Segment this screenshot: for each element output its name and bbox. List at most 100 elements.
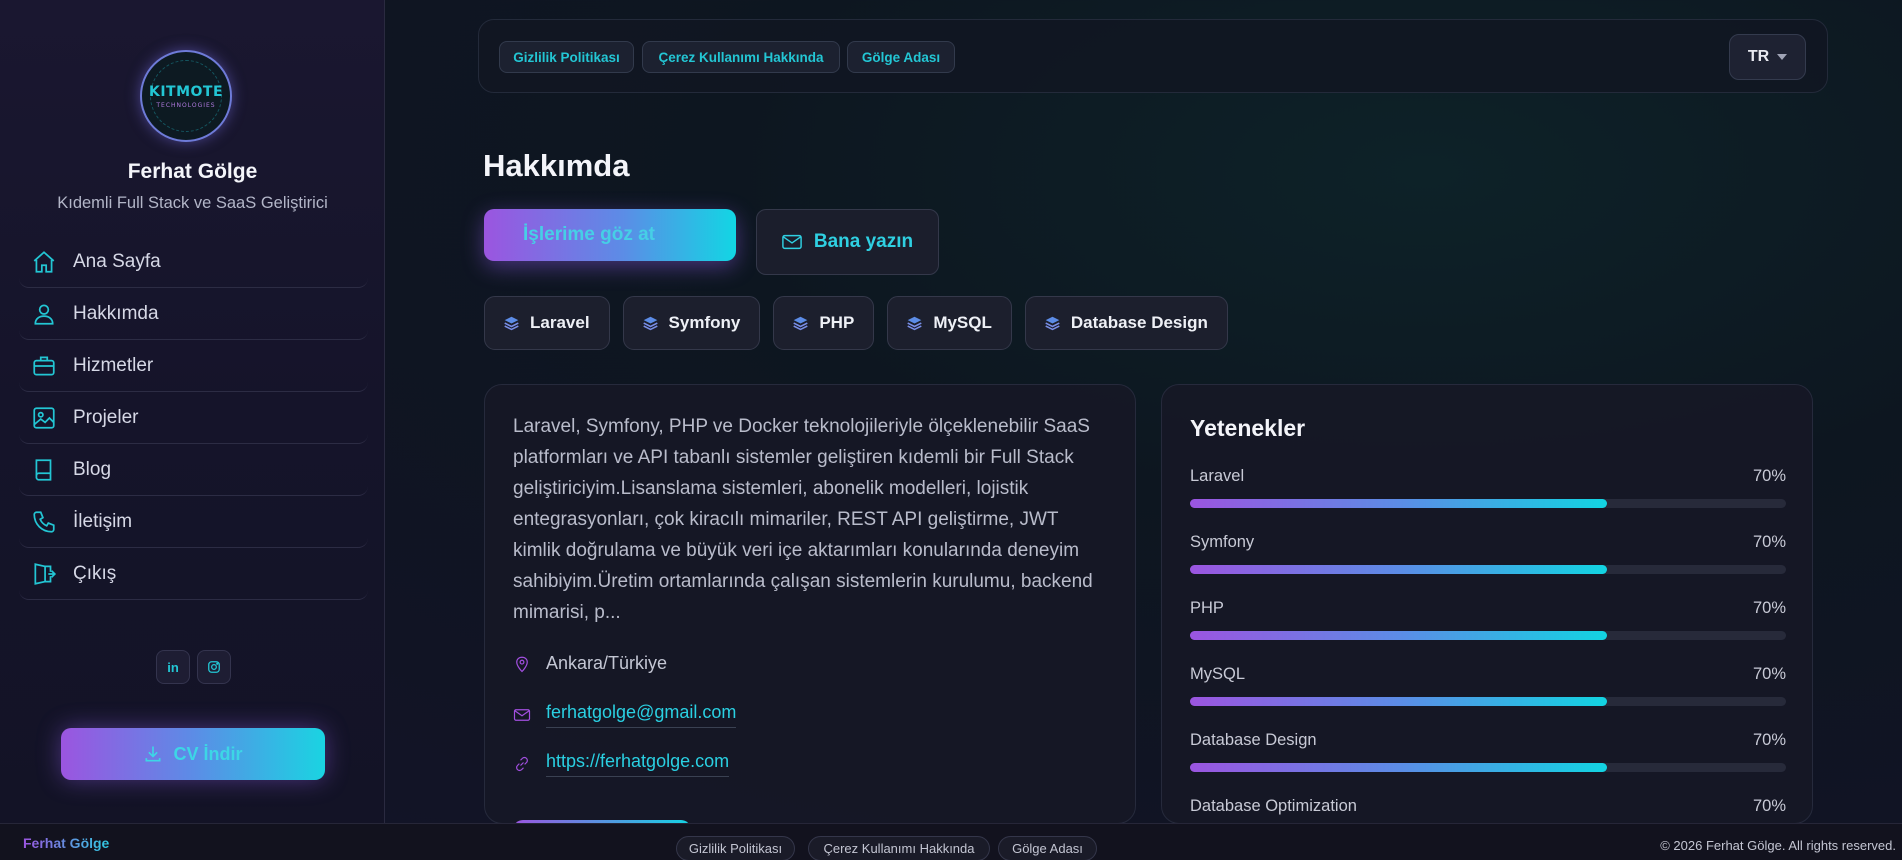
sidebar-item-label: Blog bbox=[73, 458, 112, 480]
logout-icon bbox=[34, 562, 57, 585]
skill-progress-fill bbox=[1190, 565, 1608, 574]
skill-progress-track bbox=[1190, 763, 1786, 772]
contact-me-button[interactable]: Bana yazın bbox=[756, 209, 939, 275]
skill-item: Laravel 70% bbox=[1190, 467, 1786, 508]
footer-brand[interactable]: Ferhat Gölge bbox=[23, 835, 109, 851]
skill-item: Database Optimization 70% bbox=[1190, 797, 1786, 823]
footer: Ferhat Gölge Gizlilik Politikası Çerez K… bbox=[0, 823, 1902, 860]
skill-percent: 70% bbox=[1752, 665, 1786, 683]
skill-progress-track bbox=[1190, 631, 1786, 640]
skill-row: Laravel 70% bbox=[1190, 467, 1786, 486]
layers-icon bbox=[793, 316, 808, 330]
sidebar-item-services[interactable]: Hizmetler bbox=[19, 340, 368, 392]
chip-label: MySQL bbox=[933, 313, 992, 332]
layers-icon bbox=[1045, 316, 1060, 330]
view-works-button[interactable]: İşlerime göz at bbox=[484, 209, 736, 261]
privacy-policy-link[interactable]: Gizlilik Politikası bbox=[499, 41, 634, 73]
download-icon bbox=[145, 746, 161, 762]
sidebar-item-about[interactable]: Hakkımda bbox=[19, 288, 368, 340]
image-icon bbox=[33, 406, 55, 429]
layers-icon bbox=[907, 316, 922, 330]
skill-row: MySQL 70% bbox=[1190, 665, 1786, 684]
location-text: Ankara/Türkiye bbox=[546, 653, 668, 673]
skill-row: Database Optimization 70% bbox=[1190, 797, 1786, 816]
chip-laravel[interactable]: Laravel bbox=[484, 296, 610, 350]
skill-row: Symfony 70% bbox=[1190, 533, 1786, 552]
skill-progress-fill bbox=[1190, 763, 1608, 772]
golge-adasi-link[interactable]: Gölge Adası bbox=[847, 41, 955, 73]
kitmote-logo[interactable]: KITMOTE TECHNOLOGIES bbox=[140, 50, 232, 142]
skills-title: Yetenekler bbox=[1190, 415, 1306, 441]
chip-database-design[interactable]: Database Design bbox=[1024, 296, 1228, 350]
sidebar-item-blog[interactable]: Blog bbox=[19, 444, 368, 496]
skill-name: Laravel bbox=[1190, 467, 1245, 485]
skill-row: Database Design 70% bbox=[1190, 731, 1786, 750]
top-bar: Gizlilik Politikası Çerez Kullanımı Hakk… bbox=[478, 19, 1828, 93]
skill-progress-fill bbox=[1190, 697, 1608, 706]
sidebar: KITMOTE TECHNOLOGIES Ferhat Gölge Kıdeml… bbox=[0, 0, 385, 823]
cv-download-button[interactable]: CV İndir bbox=[61, 728, 325, 780]
footer-golge-adasi-link[interactable]: Gölge Adası bbox=[998, 836, 1097, 860]
skill-progress-track bbox=[1190, 499, 1786, 508]
footer-privacy-link[interactable]: Gizlilik Politikası bbox=[676, 836, 795, 860]
book-icon bbox=[35, 458, 52, 481]
skill-percent: 70% bbox=[1752, 797, 1786, 815]
chip-label: PHP bbox=[819, 313, 855, 332]
skill-percent: 70% bbox=[1752, 599, 1786, 617]
email-row: ferhatgolge@gmail.com bbox=[513, 702, 737, 728]
skill-progress-fill bbox=[1190, 499, 1608, 508]
footer-cookie-link[interactable]: Çerez Kullanımı Hakkında bbox=[808, 836, 990, 860]
sidebar-item-label: Ana Sayfa bbox=[73, 250, 161, 272]
skill-percent: 70% bbox=[1752, 467, 1786, 485]
skill-name: Database Optimization bbox=[1190, 797, 1357, 815]
user-icon bbox=[34, 303, 54, 325]
chip-php[interactable]: PHP bbox=[773, 296, 875, 350]
chip-label: Database Design bbox=[1070, 313, 1208, 332]
mail-icon bbox=[513, 709, 531, 721]
skill-progress-track bbox=[1190, 565, 1786, 574]
cv-download-label: CV İndir bbox=[173, 743, 243, 764]
website-row: https://ferhatgolge.com bbox=[513, 751, 730, 777]
skill-item: PHP 70% bbox=[1190, 599, 1786, 640]
sidebar-item-label: Projeler bbox=[73, 406, 139, 428]
chevron-down-icon bbox=[1777, 54, 1788, 60]
sidebar-item-label: Hakkımda bbox=[73, 302, 159, 324]
sidebar-item-projects[interactable]: Projeler bbox=[19, 392, 368, 444]
about-card: Laravel, Symfony, PHP ve Docker teknoloj… bbox=[484, 384, 1136, 824]
cookie-policy-link[interactable]: Çerez Kullanımı Hakkında bbox=[642, 41, 840, 73]
skill-progress-fill bbox=[1190, 631, 1608, 640]
skill-row: PHP 70% bbox=[1190, 599, 1786, 618]
layers-icon bbox=[642, 316, 658, 330]
skill-progress-track bbox=[1190, 697, 1786, 706]
chip-label: Laravel bbox=[530, 313, 590, 332]
skill-item: Symfony 70% bbox=[1190, 533, 1786, 574]
profile-name: Ferhat Gölge bbox=[127, 160, 258, 183]
sidebar-item-label: Hizmetler bbox=[73, 354, 154, 376]
about-text: Laravel, Symfony, PHP ve Docker teknoloj… bbox=[513, 416, 1093, 623]
contact-me-label: Bana yazın bbox=[813, 231, 914, 252]
chip-symfony[interactable]: Symfony bbox=[622, 296, 761, 350]
profile-title: Kıdemli Full Stack ve SaaS Geliştirici bbox=[57, 194, 328, 212]
sidebar-item-label: Çıkış bbox=[73, 562, 117, 584]
chip-mysql[interactable]: MySQL bbox=[887, 296, 1012, 350]
location-row: Ankara/Türkiye bbox=[513, 653, 667, 674]
mail-icon bbox=[782, 234, 802, 250]
briefcase-icon bbox=[33, 355, 55, 376]
email-link[interactable]: ferhatgolge@gmail.com bbox=[546, 702, 737, 728]
skill-percent: 70% bbox=[1752, 731, 1786, 749]
instagram-icon[interactable] bbox=[197, 650, 231, 684]
skill-name: Database Design bbox=[1190, 731, 1317, 749]
sidebar-item-home[interactable]: Ana Sayfa bbox=[19, 236, 368, 288]
skill-name: Symfony bbox=[1190, 533, 1255, 551]
skill-item: MySQL 70% bbox=[1190, 665, 1786, 706]
social-links: in bbox=[156, 650, 231, 684]
tech-chips: Laravel Symfony PHP MySQL Database Desig… bbox=[484, 296, 1228, 350]
skill-name: PHP bbox=[1190, 599, 1224, 617]
map-pin-icon bbox=[516, 656, 528, 672]
sidebar-item-logout[interactable]: Çıkış bbox=[19, 548, 368, 600]
language-selector[interactable]: TR bbox=[1729, 34, 1806, 80]
sidebar-item-contact[interactable]: İletişim bbox=[19, 496, 368, 548]
skills-card: Yetenekler Laravel 70% Symfony 70% PHP 70% MyS… bbox=[1161, 384, 1813, 824]
website-link[interactable]: https://ferhatgolge.com bbox=[546, 751, 730, 777]
linkedin-icon[interactable]: in bbox=[156, 650, 190, 684]
